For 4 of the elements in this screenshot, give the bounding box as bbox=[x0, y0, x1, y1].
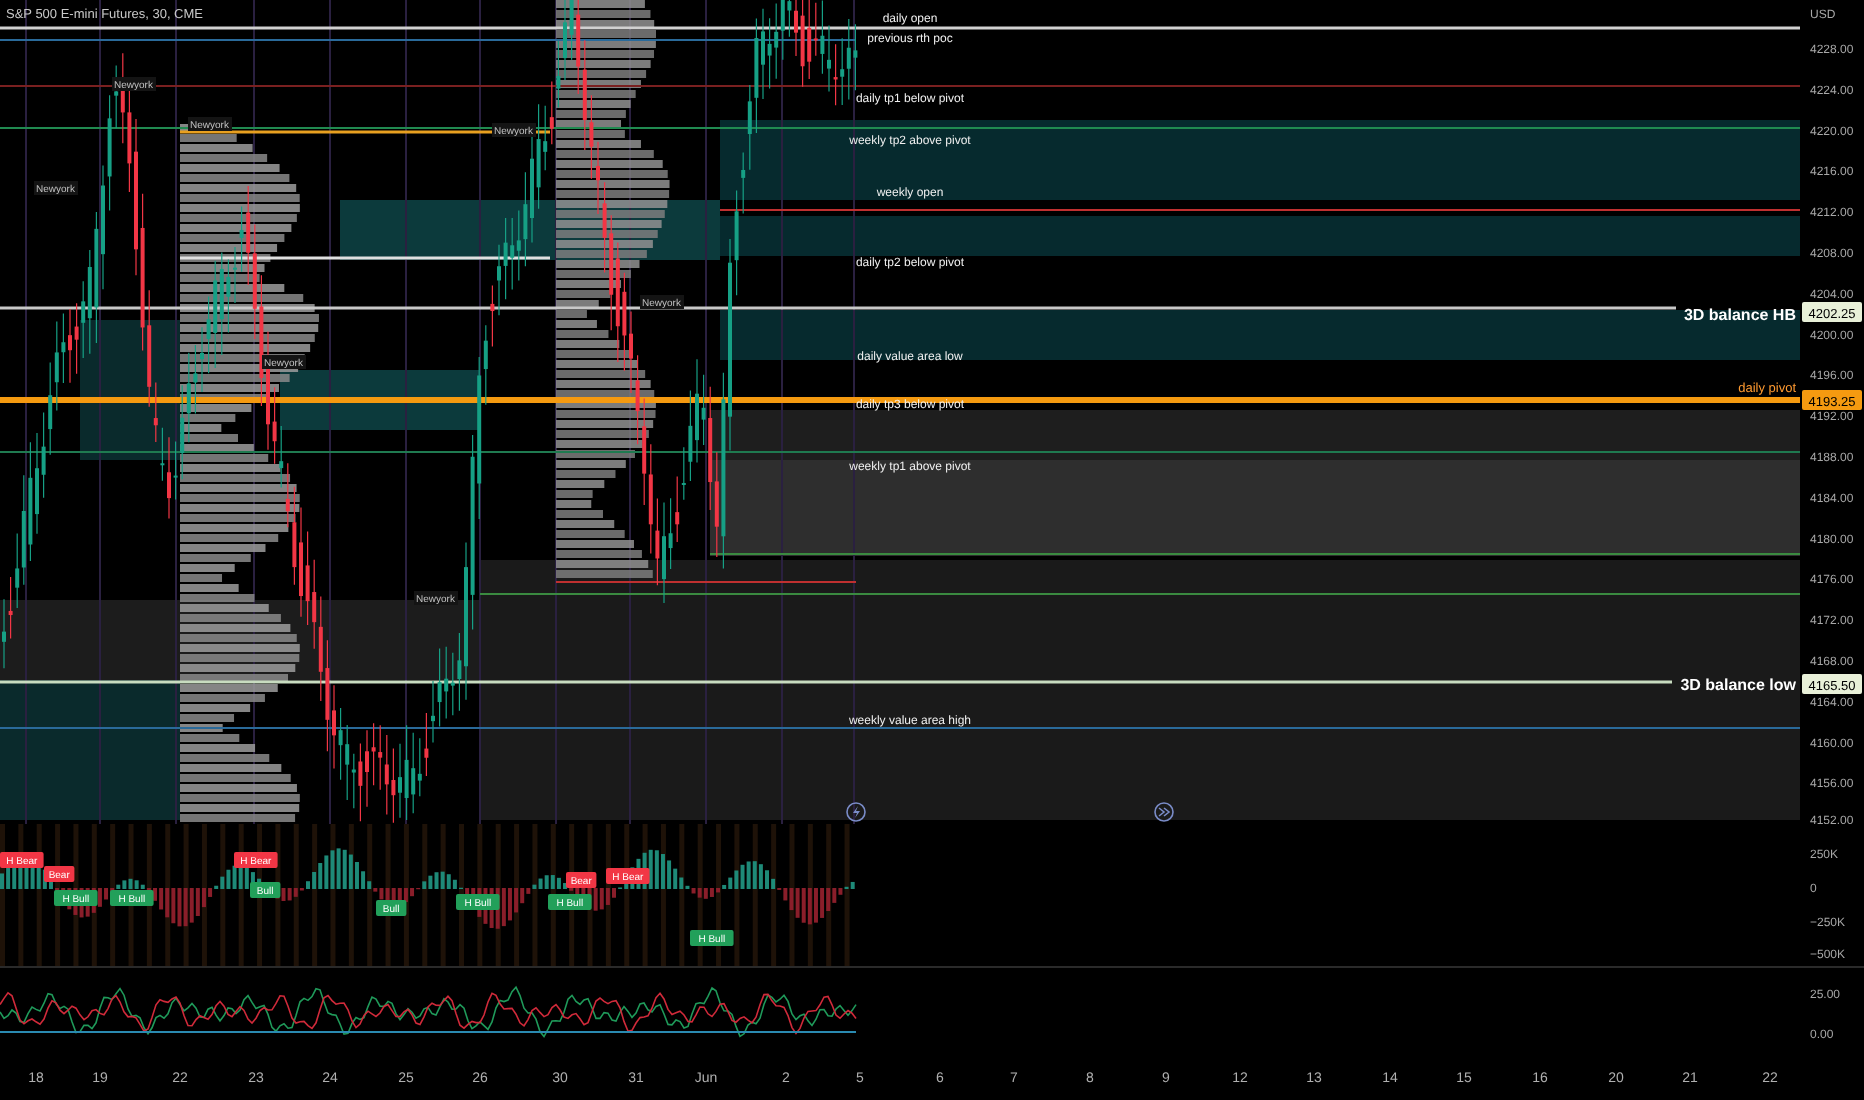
lightning-icon bbox=[846, 802, 866, 822]
level-label: 3D balance HB bbox=[1683, 306, 1796, 324]
fast-forward-icon bbox=[1154, 802, 1174, 822]
level-label: 3D balance low bbox=[1680, 676, 1796, 694]
